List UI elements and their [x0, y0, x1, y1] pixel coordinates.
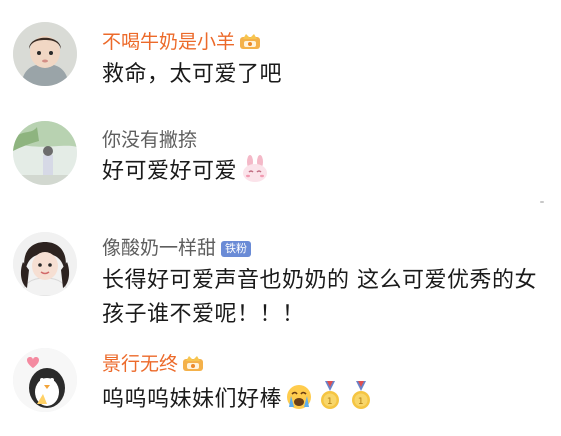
girl-avatar-image: [13, 232, 77, 296]
username[interactable]: 不喝牛奶是小羊: [102, 30, 261, 57]
avatar[interactable]: [13, 348, 77, 412]
username[interactable]: 像酸奶一样甜 铁粉: [102, 236, 252, 260]
gold-medal-icon: 1: [347, 381, 375, 422]
avatar[interactable]: [13, 22, 77, 86]
penguin-avatar-image: [13, 348, 77, 412]
username[interactable]: 你没有撇捺: [102, 128, 197, 152]
crying-emoji-icon: [285, 383, 313, 422]
avatar[interactable]: [13, 121, 77, 185]
avatar[interactable]: [13, 232, 77, 296]
username-text[interactable]: 像酸奶一样甜: [102, 237, 216, 259]
svg-text:1: 1: [358, 397, 364, 407]
comment-text: 呜呜呜妹妹们好棒 1 1: [102, 381, 552, 422]
crown-badge-icon: [239, 31, 261, 57]
username-text[interactable]: 景行无终: [102, 353, 178, 375]
child-avatar-image: [13, 22, 77, 86]
gold-medal-icon: 1: [316, 381, 344, 422]
username-text[interactable]: 不喝牛奶是小羊: [102, 31, 235, 53]
fan-badge: 铁粉: [221, 241, 252, 257]
comment-text: 长得好可爱声音也奶奶的 这么可爱优秀的女孩子谁不爱呢！！！: [102, 268, 537, 327]
comment-text-content: 好可爱好可爱: [102, 159, 238, 184]
divider: [540, 201, 544, 203]
comment-text: 救命，太可爱了吧: [102, 62, 283, 87]
username-text[interactable]: 你没有撇捺: [102, 129, 197, 151]
crown-badge-icon: [182, 353, 204, 379]
username[interactable]: 景行无终: [102, 352, 204, 379]
outdoor-avatar-image: [13, 121, 77, 185]
comment-text: 好可爱好可爱: [102, 155, 552, 194]
comment-text-content: 呜呜呜妹妹们好棒: [102, 387, 283, 412]
svg-text:1: 1: [327, 397, 333, 407]
bunny-emoji-icon: [240, 155, 270, 194]
